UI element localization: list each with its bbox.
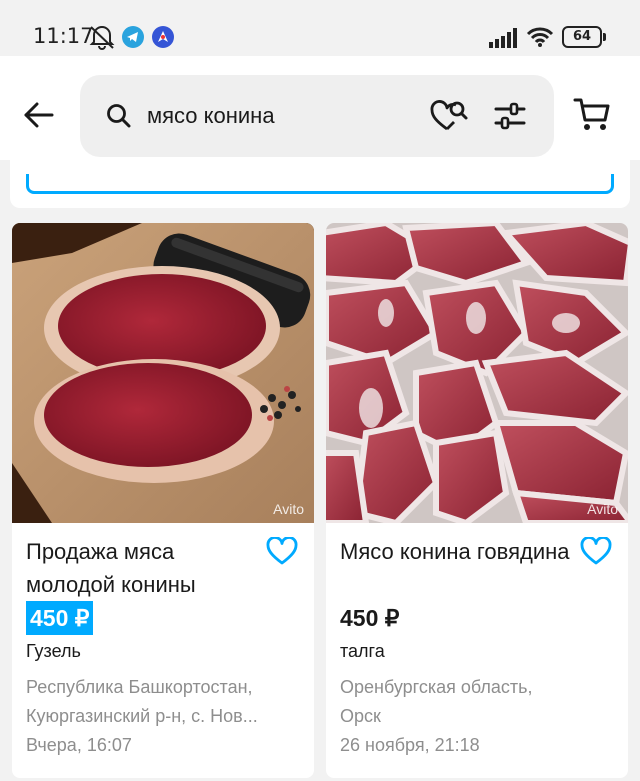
photo-watermark: Avito bbox=[273, 501, 304, 517]
filter-sliders-icon[interactable] bbox=[494, 102, 526, 134]
status-time: 11:17 bbox=[33, 24, 94, 48]
cart-button[interactable] bbox=[573, 96, 611, 138]
search-input[interactable]: мясо конина bbox=[80, 75, 554, 157]
back-button[interactable] bbox=[22, 98, 56, 132]
listing-photo[interactable]: Avito bbox=[326, 223, 628, 523]
photo-watermark: Avito bbox=[587, 501, 618, 517]
favorite-button[interactable] bbox=[580, 536, 612, 569]
seller-name: Гузель bbox=[26, 641, 81, 661]
search-header: мясо конина bbox=[0, 56, 640, 160]
wifi-icon bbox=[526, 26, 554, 52]
arrow-left-icon bbox=[24, 102, 54, 128]
location-line-2: Куюргазинский р-н, с. Нов... bbox=[26, 706, 258, 726]
battery-indicator: 64 bbox=[562, 26, 606, 48]
location-line-1: Оренбургская область, bbox=[340, 677, 533, 697]
signal-icon bbox=[489, 28, 519, 52]
heart-outline-icon bbox=[580, 536, 612, 565]
navigator-app-icon bbox=[152, 26, 174, 52]
telegram-icon bbox=[122, 26, 144, 52]
listing-photo[interactable]: Avito bbox=[12, 223, 314, 523]
results-list[interactable]: Avito Продажа мяса молодой конины 450 ₽ … bbox=[0, 160, 640, 781]
mute-notification-icon bbox=[88, 24, 116, 54]
location-line-1: Республика Башкортостан, bbox=[26, 677, 253, 697]
cart-icon bbox=[573, 98, 610, 130]
previous-item-edge bbox=[10, 160, 630, 208]
listing-price: 450 ₽ bbox=[26, 601, 94, 635]
listing-card[interactable]: Avito Мясо конина говядина 450 ₽ талга О… bbox=[326, 223, 628, 778]
listing-price: 450 ₽ bbox=[340, 605, 400, 631]
listing-card[interactable]: Avito Продажа мяса молодой конины 450 ₽ … bbox=[12, 223, 314, 778]
listing-title[interactable]: Продажа мяса молодой конины bbox=[26, 535, 266, 601]
listing-title[interactable]: Мясо конина говядина bbox=[340, 535, 580, 568]
favorite-button[interactable] bbox=[266, 536, 298, 569]
listing-date: Вчера, 16:07 bbox=[26, 735, 132, 755]
heart-search-icon[interactable] bbox=[430, 99, 470, 137]
search-query-text[interactable]: мясо конина bbox=[147, 103, 275, 129]
heart-outline-icon bbox=[266, 536, 298, 565]
search-icon bbox=[106, 103, 132, 133]
highlight-outline bbox=[26, 174, 614, 194]
listing-date: 26 ноября, 21:18 bbox=[340, 735, 480, 755]
listing-location: Республика Башкортостан, Куюргазинский р… bbox=[26, 673, 306, 731]
status-bar: 11:17 64 bbox=[0, 0, 640, 56]
listing-location: Оренбургская область, Орск bbox=[340, 673, 620, 731]
location-line-2: Орск bbox=[340, 706, 381, 726]
seller-name: талга bbox=[340, 641, 385, 661]
